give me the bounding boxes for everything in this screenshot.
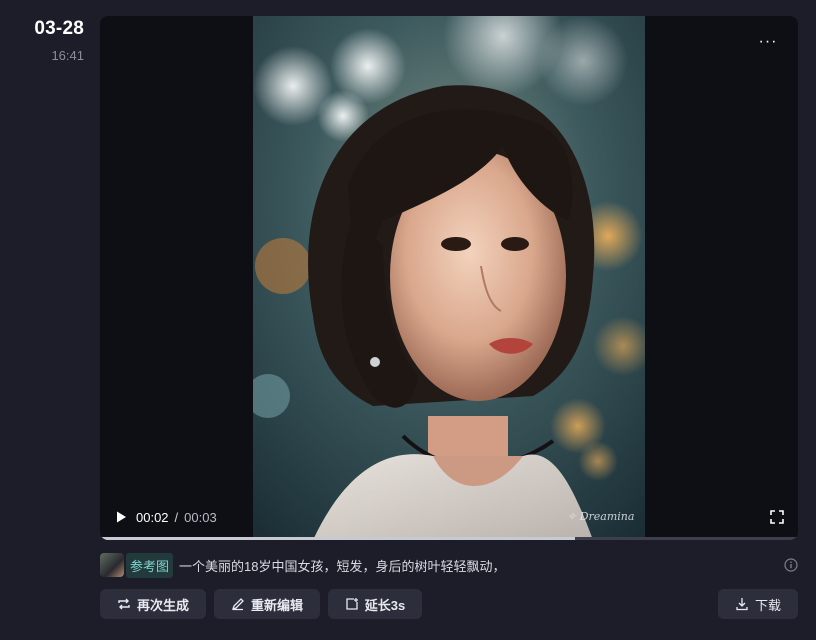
progress-fill xyxy=(100,537,575,540)
prompt-text: 一个美丽的18岁中国女孩，短发，身后的树叶轻轻飘动， xyxy=(179,558,506,574)
download-button[interactable]: 下载 xyxy=(718,589,798,619)
total-time: 00:03 xyxy=(184,509,217,525)
action-bar: 再次生成 重新编辑 延长3s 下载 xyxy=(100,589,798,619)
time-separator: / xyxy=(174,509,179,525)
prompt-row: 参考图 一个美丽的18岁中国女孩，短发，身后的树叶轻轻飘动， xyxy=(100,552,798,578)
reedit-label: 重新编辑 xyxy=(250,597,303,613)
reference-thumbnail[interactable] xyxy=(100,553,124,577)
info-icon[interactable] xyxy=(784,558,798,572)
extend-icon xyxy=(346,598,358,610)
extend-label: 延长3s xyxy=(364,597,406,613)
download-label: 下载 xyxy=(754,597,781,613)
progress-bar[interactable] xyxy=(100,537,798,540)
extend-button[interactable]: 延长3s xyxy=(328,589,422,619)
reference-image-label[interactable]: 参考图 xyxy=(126,552,174,578)
video-frame[interactable] xyxy=(253,16,645,540)
repeat-icon xyxy=(118,598,130,610)
current-time: 00:02 xyxy=(136,509,169,525)
video-controls: 00:02 / 00:03 xyxy=(100,506,798,528)
entry-date: 03-28 xyxy=(34,18,84,39)
pencil-icon xyxy=(231,598,244,611)
download-icon xyxy=(736,598,748,611)
play-icon[interactable] xyxy=(114,510,128,524)
regenerate-label: 再次生成 xyxy=(136,597,189,613)
fullscreen-icon[interactable] xyxy=(770,510,784,524)
reedit-button[interactable]: 重新编辑 xyxy=(214,589,320,619)
timestamp-column: 03-28 16:41 xyxy=(0,18,84,63)
more-options-button[interactable]: ··· xyxy=(756,34,780,56)
video-still-image xyxy=(253,16,645,540)
entry-time: 16:41 xyxy=(51,48,84,63)
video-player[interactable]: ✧ Dreamina ··· 00:02 / 00:03 xyxy=(100,16,798,540)
regenerate-button[interactable]: 再次生成 xyxy=(100,589,206,619)
